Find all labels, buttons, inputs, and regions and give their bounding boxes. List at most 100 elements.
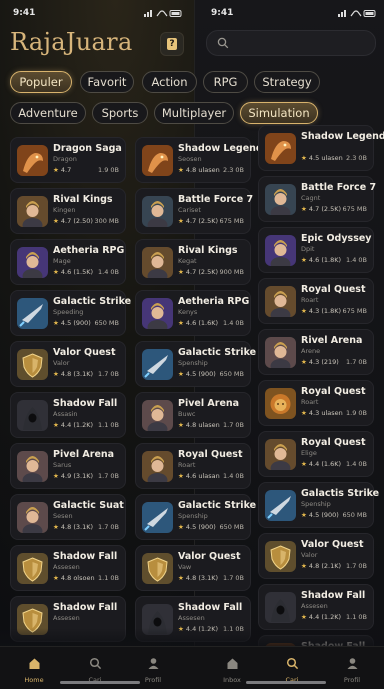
game-size: 650 MB	[219, 523, 244, 531]
game-subtitle: Kingen	[53, 206, 76, 214]
game-subtitle: Valor	[301, 551, 318, 559]
game-card[interactable]: Shadow Fall Assasin ★ 4.4 (1.2K) 1.1 0B	[10, 392, 126, 438]
star-icon: ★	[178, 421, 184, 429]
game-size: 1.7 0B	[346, 358, 367, 366]
rating-count: (2.1K)	[321, 562, 341, 570]
rating-value: 4.6	[60, 268, 72, 276]
filter-chip-simulation[interactable]: Simulation	[240, 102, 318, 124]
filter-chip-adventure[interactable]: Adventure	[10, 102, 86, 124]
filter-chip-rpg[interactable]: RPG	[203, 71, 248, 93]
filter-chip-action[interactable]: Action	[142, 71, 197, 93]
game-rating: ★ 4.7 (2.5K)	[178, 268, 218, 276]
star-icon: ★	[301, 256, 307, 264]
game-card[interactable]: Rival Kings Kingen ★ 4.7 (2.50) 300 MB	[10, 188, 126, 234]
star-icon: ★	[178, 523, 184, 531]
game-rating: ★ 4.3 (1.8K)	[301, 307, 341, 315]
game-rating: ★ 4.8 (2.1K)	[301, 562, 341, 570]
nav-item-cari[interactable]: Cari	[75, 651, 115, 685]
game-card[interactable]: Aetheria RPG Kenys ★ 4.6 (1.6K) 1.4 0B	[135, 290, 251, 336]
game-size: 1.7 0B	[223, 421, 244, 429]
game-card[interactable]: Aetheria RPG Mage ★ 4.6 (1.5K) 1.4 0B	[10, 239, 126, 285]
game-subtitle: Roart	[301, 398, 319, 406]
game-card[interactable]: Valor Quest Valor ★ 4.8 (3.1K) 1.7 0B	[10, 341, 126, 387]
nav-item-profil[interactable]: Profil	[332, 651, 372, 685]
filter-chip-populer[interactable]: Populer	[10, 71, 72, 93]
game-rating: ★ 4.9 (3.1K)	[53, 472, 93, 480]
rating-value: 4.8	[308, 562, 320, 570]
game-card[interactable]: Battle Force 7 Cagnt ★ 4.7 (2.5K) 675 MB	[258, 176, 376, 222]
game-size: 675 MB	[219, 217, 244, 225]
game-size: 2.3 0B	[223, 166, 244, 174]
rating-count: (900)	[198, 370, 216, 378]
nav-item-profil[interactable]: Profil	[133, 651, 173, 685]
game-size: 300 MB	[94, 217, 119, 225]
game-card[interactable]: Shadow FallAssesen ★ 4.4 (1.2K) 1.1 0B	[258, 584, 374, 630]
game-subtitle: Dragon	[53, 155, 77, 163]
nav-item-inbox[interactable]: Inbox	[212, 651, 252, 685]
game-card[interactable]: Shadow Legends ★ 4.5 ulasen 2.3 0B	[258, 125, 384, 171]
rating-count: (2.50)	[73, 217, 93, 225]
search-icon	[286, 655, 299, 674]
game-subtitle: Roart	[178, 461, 196, 469]
nav-item-home[interactable]: Home	[14, 651, 54, 685]
nav-label: Home	[24, 676, 44, 684]
mage-icon	[17, 247, 48, 278]
game-card[interactable]: Rival Kings Kegat ★ 4.7 (2.5K) 900 MB	[135, 239, 251, 285]
game-rating: ★ 4.6 (1.8K)	[301, 256, 341, 264]
game-subtitle: Cagnt	[301, 194, 321, 202]
game-card[interactable]: Shadow Fall Assesen ★ 4.8 olsoen 1.1 0B	[10, 545, 126, 591]
rating-count: (1.6K)	[198, 319, 218, 327]
game-card[interactable]: Epic Odyssey Dpit ★ 4.6 (1.8K) 1.4 0B	[258, 227, 374, 273]
game-title: Valor Quest	[301, 539, 364, 550]
game-card[interactable]: Valor Quest Vaw ★ 4.8 (3.1K) 1.7 0B	[135, 545, 251, 591]
game-card[interactable]: Royal Quest Roart ★ 4.3 (1.8K) 675 MB	[258, 278, 374, 324]
game-subtitle: Buwc	[178, 410, 196, 418]
game-card[interactable]: Royal Quest Roart ★ 4.6 ulasan 1.4 0B	[135, 443, 251, 489]
game-rating: ★ 4.5 (900)	[178, 370, 216, 378]
game-title: Shadow Fall	[53, 602, 118, 613]
game-rating: ★ 4.8 ulasen	[178, 421, 220, 429]
status-time-right: 9:41	[211, 8, 234, 18]
game-card[interactable]: Galactis Strike Spenship ★ 4.5 (900) 650 MB	[258, 482, 379, 528]
search-input[interactable]	[206, 30, 376, 56]
shield-icon	[17, 349, 48, 380]
game-title: Galactic Suat	[53, 500, 124, 511]
game-title: Galactic Strike	[178, 347, 257, 358]
game-card[interactable]: Battle Force 7 Cariset ★ 4.7 (2.5K) 675 MB	[135, 188, 253, 234]
star-icon: ★	[178, 472, 184, 480]
game-card[interactable]: Pivel Arena Buwc ★ 4.8 ulasen 1.7 0B	[135, 392, 251, 438]
status-time-left: 9:41	[13, 8, 36, 18]
star-icon: ★	[53, 166, 59, 174]
game-rating: ★ 4.8 olsoen	[53, 574, 95, 582]
game-card[interactable]: Galactic Strike Spenship ★ 4.5 (900) 650 MB	[135, 494, 256, 540]
game-card[interactable]: Galactic Strike Speeding ★ 4.5 (900) 650 MB	[10, 290, 131, 336]
game-card[interactable]: Dragon Saga Dragon ★ 4.7 1.9 0B	[10, 137, 126, 183]
game-card[interactable]: Galactic Suat Sesen ★ 4.8 (3.1K) 1.7 0B	[10, 494, 126, 540]
game-card[interactable]: Rivel Arena Arene ★ 4.3 (219) 1.7 0B	[258, 329, 374, 375]
rating-count: (1.8K)	[321, 256, 341, 264]
search-icon	[89, 655, 102, 674]
rating-value: 4.4	[308, 460, 320, 468]
game-card[interactable]: Royal Quest Roart ★ 4.3 ulasen 1.9 0B	[258, 380, 374, 426]
rating-count: (3.1K)	[73, 370, 93, 378]
game-card[interactable]: Royal Quest Elige ★ 4.4 (1.6K) 1.4 0B	[258, 431, 374, 477]
game-rating: ★ 4.3 (219)	[301, 358, 339, 366]
filter-chip-multiplayer[interactable]: Multiplayer	[154, 102, 234, 124]
game-subtitle: Arene	[301, 347, 321, 355]
game-card[interactable]: Valor Quest Valor ★ 4.8 (2.1K) 1.7 0B	[258, 533, 374, 579]
rating-count: (900)	[321, 511, 339, 519]
filter-chip-favorit[interactable]: Favorit	[80, 71, 134, 93]
nav-item-cari[interactable]: Cari	[272, 651, 312, 685]
soldier-icon	[142, 196, 173, 227]
rating-count: (3.1K)	[73, 523, 93, 531]
filter-chip-sports[interactable]: Sports	[92, 102, 148, 124]
dragon-icon	[265, 133, 296, 164]
game-card[interactable]: Galactic Strike Spenship ★ 4.5 (900) 650 MB	[135, 341, 256, 387]
game-subtitle: Seosen	[178, 155, 202, 163]
game-card[interactable]: Pivel Arena Sarus ★ 4.9 (3.1K) 1.7 0B	[10, 443, 126, 489]
game-size: 1.7 0B	[98, 523, 119, 531]
game-card[interactable]: Shadow Legends Seosen ★ 4.8 ulasen 2.3 0B	[135, 137, 268, 183]
gift-button[interactable]: ?	[160, 32, 184, 56]
king-icon	[265, 286, 296, 317]
filter-chip-strategy[interactable]: Strategy	[254, 71, 320, 93]
